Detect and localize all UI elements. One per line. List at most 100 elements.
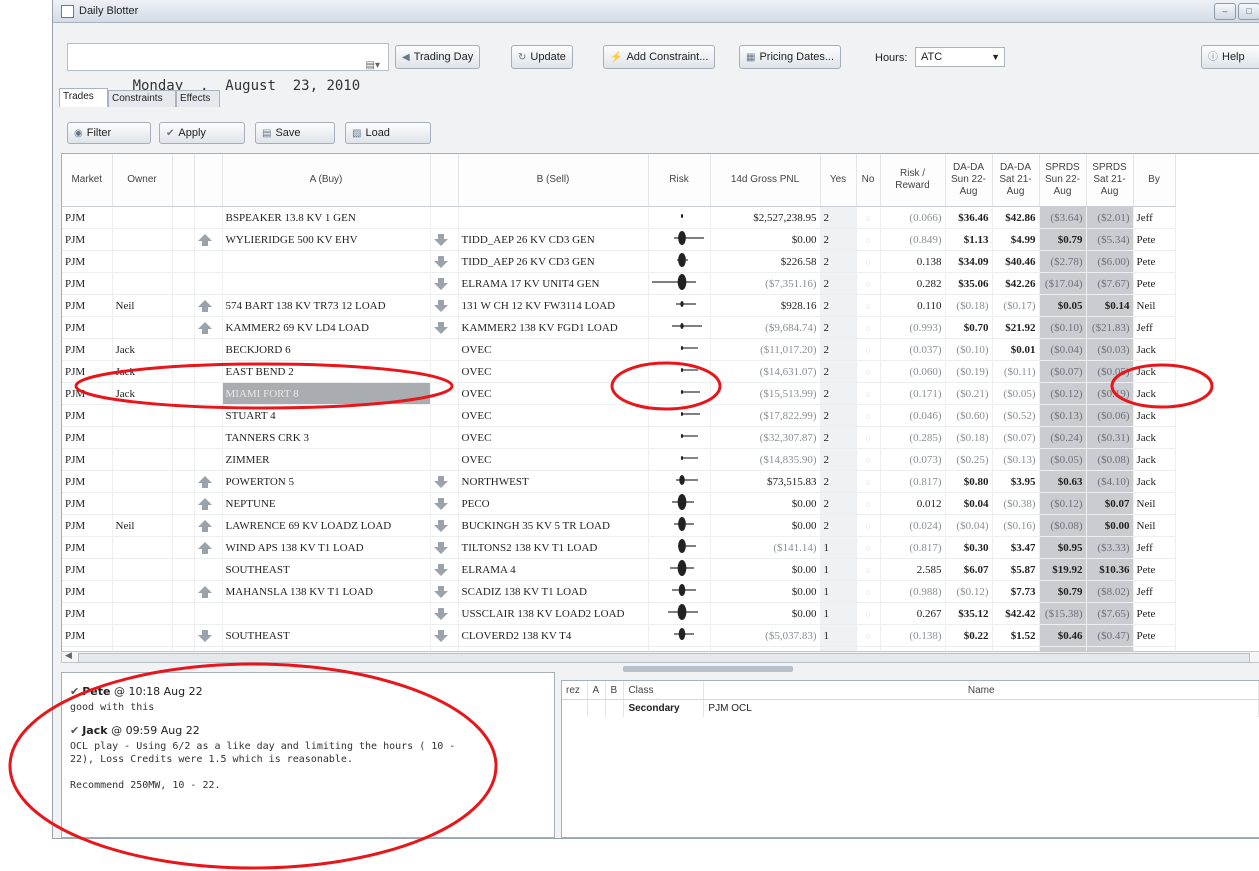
yes-cell[interactable]: 1	[820, 602, 857, 625]
date-picker[interactable]: Monday , August 23, 2010 ▤▾	[67, 43, 389, 94]
hours-select[interactable]: ATC ▼	[915, 47, 1005, 67]
no-cell[interactable]: ○	[856, 206, 881, 229]
table-row[interactable]: PJM USSCLAIR 138 KV LOAD2 LOAD $0.00 1 ○ 0.26…	[62, 602, 1176, 625]
no-cell[interactable]: ○	[856, 580, 881, 603]
yes-cell[interactable]: 2	[820, 360, 857, 383]
yes-cell[interactable]: 2	[820, 492, 857, 515]
class-row[interactable]: Secondary PJM OCL	[562, 699, 1259, 717]
pricing-dates-button[interactable]: ▦ Pricing Dates...	[739, 45, 842, 69]
yes-cell[interactable]: 2	[820, 514, 857, 537]
no-cell[interactable]: ○	[856, 536, 881, 559]
col-risk[interactable]: Risk	[648, 154, 711, 207]
yes-cell[interactable]: 2	[820, 338, 857, 361]
table-row[interactable]: PJM ZIMMER OVEC ($14,835.90) 2 ○ (0.073) ($0.25…	[62, 448, 1176, 471]
no-cell[interactable]: ○	[856, 470, 881, 493]
no-cell[interactable]: ○	[856, 426, 881, 449]
yes-cell[interactable]: 2	[820, 426, 857, 449]
table-row[interactable]: PJM Neil 574 BART 138 KV TR73 12 LOAD 131 W…	[62, 294, 1176, 317]
col-sprds-sun[interactable]: SPRDS Sun 22-Aug	[1039, 154, 1087, 207]
col-gross-pnl[interactable]: 14d Gross PNL	[710, 154, 821, 207]
table-row[interactable]: PJM Jack MIAMI FORT 8 OVEC ($15,513.99) 2 ○ (0.…	[62, 382, 1176, 405]
load-button[interactable]: ▧ Load	[345, 122, 431, 144]
maximize-button[interactable]: □	[1238, 3, 1259, 20]
update-button[interactable]: ↻ Update	[511, 45, 573, 69]
no-cell[interactable]: ○	[856, 250, 881, 273]
help-button[interactable]: ⓘ Help	[1201, 45, 1259, 69]
no-cell[interactable]: ○	[856, 228, 881, 251]
pane-splitter[interactable]	[623, 666, 793, 672]
yes-cell[interactable]: 2	[820, 404, 857, 427]
table-row[interactable]: PJM Neil LAWRENCE 69 KV LOADZ LOAD BUCKINGH…	[62, 514, 1176, 537]
scroll-thumb[interactable]	[78, 653, 1250, 663]
add-constraint-button[interactable]: ⚡ Add Constraint...	[603, 45, 716, 69]
no-cell[interactable]: ○	[856, 492, 881, 515]
no-cell[interactable]: ○	[856, 382, 881, 405]
table-row[interactable]: PJM WIND APS 138 KV T1 LOAD TILTONS2 138 K…	[62, 536, 1176, 559]
no-cell[interactable]: ○	[856, 514, 881, 537]
table-row[interactable]: PJM KAMMER2 69 KV LD4 LOAD KAMMER2 138 KV …	[62, 316, 1176, 339]
yes-cell[interactable]: 2	[820, 382, 857, 405]
no-cell[interactable]: ○	[856, 624, 881, 647]
tab-effects[interactable]: Effects	[176, 90, 220, 107]
no-cell[interactable]: ○	[856, 338, 881, 361]
table-row[interactable]: PJM POWERTON 5 NORTHWEST $73,515.83 2 ○ (0.817…	[62, 470, 1176, 493]
calendar-dropdown-icon[interactable]: ▤▾	[366, 52, 380, 80]
col-owner[interactable]: Owner	[112, 154, 173, 207]
table-row[interactable]: PJM Jack BECKJORD 6 OVEC ($11,017.20) 2 ○ (0.03…	[62, 338, 1176, 361]
no-cell[interactable]: ○	[856, 404, 881, 427]
col-risk-reward[interactable]: Risk / Reward	[880, 154, 946, 207]
col-dada-sun[interactable]: DA-DA Sun 22-Aug	[945, 154, 993, 207]
yes-cell[interactable]: 1	[820, 536, 857, 559]
col-class-b[interactable]: B	[605, 681, 625, 700]
yes-cell[interactable]: 2	[820, 272, 857, 295]
no-cell[interactable]: ○	[856, 272, 881, 295]
yes-cell[interactable]: 2	[820, 316, 857, 339]
no-cell[interactable]: ○	[856, 360, 881, 383]
trading-day-button[interactable]: ◀ Trading Day	[395, 45, 481, 69]
yes-cell[interactable]: 1	[820, 580, 857, 603]
table-row[interactable]: PJM Jack EAST BEND 2 OVEC ($14,631.07) 2 ○ (0.0…	[62, 360, 1176, 383]
tab-trades[interactable]: Trades	[59, 88, 108, 107]
table-row[interactable]: PJM BSPEAKER 13.8 KV 1 GEN $2,527,238.95 2 ○…	[62, 206, 1176, 229]
col-class[interactable]: Class	[623, 681, 705, 700]
table-row[interactable]: PJM ELRAMA 17 KV UNIT4 GEN ($7,351.16) 2 ○ 0.…	[62, 272, 1176, 295]
col-class-a[interactable]: A	[587, 681, 607, 700]
table-row[interactable]: PJM NEPTUNE PECO $0.00 2 ○ 0.012 $0.04 ($0.38) ($…	[62, 492, 1176, 515]
no-cell[interactable]: ○	[856, 558, 881, 581]
no-cell[interactable]: ○	[856, 602, 881, 625]
minimize-button[interactable]: –	[1214, 3, 1236, 20]
col-by[interactable]: By	[1133, 154, 1176, 207]
table-row[interactable]: PJM SOUTHEAST CLOVERD2 138 KV T4 ($5,037.83…	[62, 624, 1176, 647]
yes-cell[interactable]: 1	[820, 558, 857, 581]
horizontal-scrollbar[interactable]: ◀	[61, 650, 1259, 663]
no-cell[interactable]: ○	[856, 294, 881, 317]
col-dada-sat[interactable]: DA-DA Sat 21-Aug	[992, 154, 1040, 207]
col-no[interactable]: No	[856, 154, 881, 207]
col-yes[interactable]: Yes	[820, 154, 857, 207]
table-row[interactable]: PJM MAHANSLA 138 KV T1 LOAD SCADIZ 138 KV …	[62, 580, 1176, 603]
save-button[interactable]: ▤ Save	[255, 122, 335, 144]
col-name[interactable]: Name	[703, 681, 1259, 700]
col-b-sell[interactable]: B (Sell)	[458, 154, 649, 207]
yes-cell[interactable]: 2	[820, 206, 857, 229]
table-row[interactable]: PJM WYLIERIDGE 500 KV EHV TIDD_AEP 26 KV C…	[62, 228, 1176, 251]
col-market[interactable]: Market	[62, 154, 113, 207]
table-row[interactable]: PJM STUART 4 OVEC ($17,822.99) 2 ○ (0.046) ($0.…	[62, 404, 1176, 427]
filter-button[interactable]: ◉ Filter	[67, 122, 151, 144]
col-rez[interactable]: rez	[562, 681, 589, 700]
yes-cell[interactable]: 1	[820, 624, 857, 647]
col-a-buy[interactable]: A (Buy)	[222, 154, 431, 207]
yes-cell[interactable]: 2	[820, 250, 857, 273]
table-row[interactable]: PJM TANNERS CRK 3 OVEC ($32,307.87) 2 ○ (0.285…	[62, 426, 1176, 449]
yes-cell[interactable]: 2	[820, 228, 857, 251]
table-row[interactable]: PJM TIDD_AEP 26 KV CD3 GEN $226.58 2 ○ 0.138 $…	[62, 250, 1176, 273]
no-cell[interactable]: ○	[856, 316, 881, 339]
apply-button[interactable]: ✔ Apply	[159, 122, 245, 144]
col-sprds-sat[interactable]: SPRDS Sat 21-Aug	[1086, 154, 1134, 207]
yes-cell[interactable]: 2	[820, 448, 857, 471]
table-row[interactable]: PJM SOUTHEAST ELRAMA 4 $0.00 1 ○ 2.585 $6.07 $5.…	[62, 558, 1176, 581]
scroll-left-icon[interactable]: ◀	[65, 650, 72, 661]
yes-cell[interactable]: 2	[820, 294, 857, 317]
no-cell[interactable]: ○	[856, 448, 881, 471]
tab-constraints[interactable]: Constraints	[108, 90, 176, 107]
